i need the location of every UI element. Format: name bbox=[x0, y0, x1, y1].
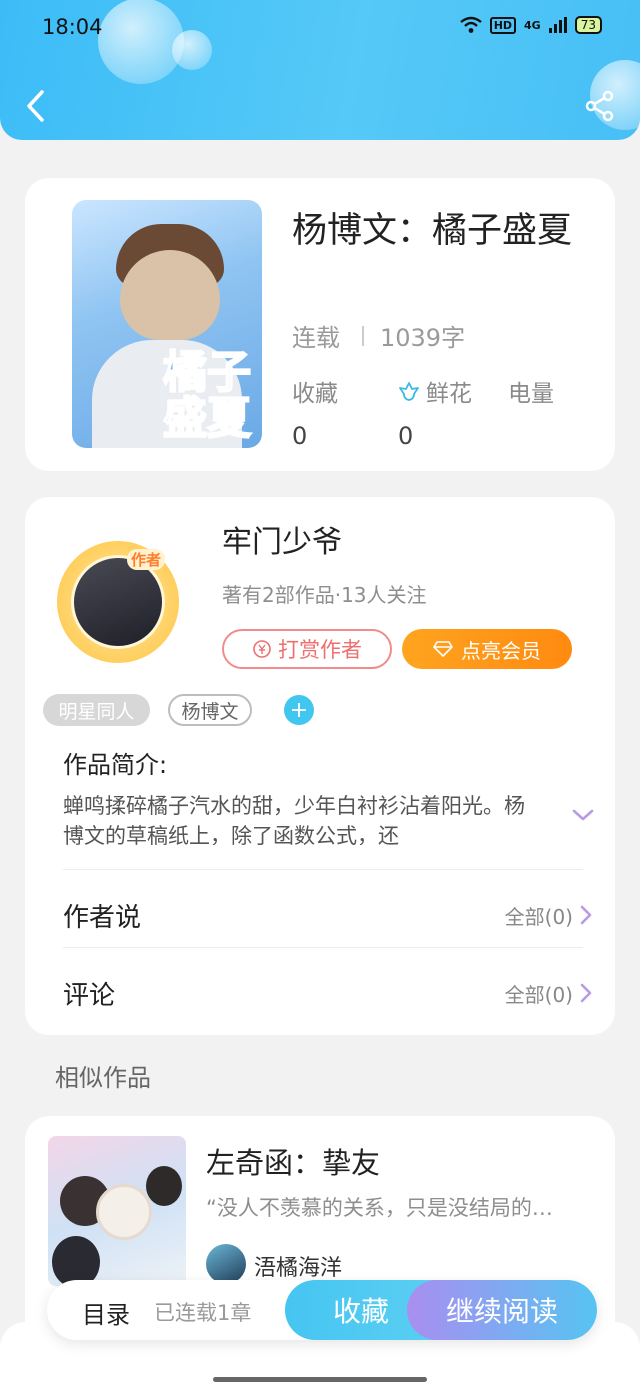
tip-author-button[interactable]: 打赏作者 bbox=[222, 629, 392, 669]
chevron-right-icon bbox=[580, 983, 592, 1003]
bottom-action-bar: 目录 已连载1章 收藏 继续阅读 bbox=[47, 1280, 597, 1340]
stat-flowers: 鲜花 0 bbox=[398, 374, 472, 450]
decor-bubble bbox=[98, 0, 184, 84]
home-indicator bbox=[213, 1377, 427, 1382]
chevron-left-icon[interactable] bbox=[22, 88, 50, 124]
book-cover[interactable]: 橘子盛夏 bbox=[72, 200, 262, 448]
divider bbox=[63, 947, 583, 948]
comments-label: 评论 bbox=[63, 980, 116, 1011]
similar-book-title: 左奇函：挚友 bbox=[206, 1146, 381, 1180]
top-header: 18:04 HD 4G 73 bbox=[0, 0, 640, 140]
wifi-icon bbox=[459, 16, 482, 33]
book-meta: 连载 1039字 bbox=[292, 318, 465, 353]
stat-label: 收藏 bbox=[292, 381, 338, 407]
chapter-count: 已连载1章 bbox=[154, 1301, 252, 1325]
author-meta: 著有2部作品·13人关注 bbox=[222, 583, 427, 607]
flower-icon bbox=[399, 382, 419, 401]
book-status: 连载 bbox=[292, 324, 340, 352]
tag-chip[interactable]: 杨博文 bbox=[168, 694, 252, 726]
signal-icon bbox=[548, 17, 567, 33]
tip-author-label: 打赏作者 bbox=[278, 638, 362, 662]
cover-figure bbox=[120, 250, 220, 340]
cover-title-art: 橘子盛夏 bbox=[162, 347, 252, 444]
book-info-card: 橘子盛夏 杨博文：橘子盛夏 连载 1039字 收藏 0 鲜花 0 电量 bbox=[25, 178, 615, 471]
cover-figure bbox=[146, 1166, 182, 1206]
author-card: 作者 牢门少爷 著有2部作品·13人关注 打赏作者 点亮会员 明星同人 杨博文 … bbox=[25, 497, 615, 1035]
stat-power: 电量 bbox=[508, 374, 554, 422]
diamond-icon bbox=[433, 641, 453, 657]
continue-reading-label: 继续阅读 bbox=[445, 1295, 558, 1328]
comments-count: 全部(0) bbox=[504, 982, 573, 1007]
tag-chip[interactable]: 明星同人 bbox=[43, 694, 150, 726]
add-tag-button[interactable]: + bbox=[284, 695, 314, 725]
word-count: 1039字 bbox=[380, 324, 466, 352]
chevron-down-icon[interactable] bbox=[570, 805, 596, 825]
vip-button[interactable]: 点亮会员 bbox=[402, 629, 572, 669]
author-says-count: 全部(0) bbox=[504, 904, 573, 929]
status-icons: HD 4G 73 bbox=[459, 16, 602, 34]
share-icon[interactable] bbox=[584, 90, 616, 122]
continue-reading-button[interactable]: 继续阅读 bbox=[407, 1280, 597, 1340]
decor-bubble bbox=[172, 30, 212, 70]
intro-title: 作品简介: bbox=[63, 751, 168, 779]
cover-figure bbox=[96, 1184, 152, 1240]
similar-section-title: 相似作品 bbox=[55, 1064, 151, 1092]
stat-value: 0 bbox=[398, 422, 414, 450]
similar-book-cover bbox=[48, 1136, 186, 1286]
favorite-label: 收藏 bbox=[332, 1295, 389, 1328]
stat-label: 电量 bbox=[508, 381, 554, 407]
stat-favorites: 收藏 0 bbox=[292, 374, 338, 450]
similar-book-author: 浯橘海洋 bbox=[254, 1256, 343, 1281]
stat-label: 鲜花 bbox=[426, 381, 472, 407]
network-label: 4G bbox=[524, 18, 541, 32]
vip-label: 点亮会员 bbox=[461, 638, 541, 663]
avatar bbox=[206, 1244, 246, 1284]
cover-figure bbox=[52, 1236, 100, 1286]
hd-badge: HD bbox=[489, 16, 517, 34]
toc-button[interactable]: 目录 bbox=[82, 1295, 130, 1330]
book-title: 杨博文：橘子盛夏 bbox=[292, 211, 573, 251]
battery-indicator: 73 bbox=[574, 16, 602, 34]
chevron-right-icon bbox=[580, 905, 592, 925]
divider bbox=[362, 325, 364, 346]
intro-text: 蝉鸣揉碎橘子汽水的甜，少年白衬衫沾着阳光。杨博文的草稿纸上，除了函数公式，还 bbox=[63, 794, 525, 845]
stat-value: 0 bbox=[292, 422, 308, 450]
author-says-row[interactable]: 作者说 全部(0) bbox=[63, 895, 593, 935]
author-badge: 作者 bbox=[127, 549, 166, 570]
author-name[interactable]: 牢门少爷 bbox=[222, 517, 342, 561]
author-says-label: 作者说 bbox=[63, 902, 142, 933]
author-avatar-frame[interactable]: 作者 bbox=[57, 541, 179, 663]
comments-row[interactable]: 评论 全部(0) bbox=[63, 973, 593, 1013]
similar-book-desc: “没人不羡慕的关系，只是没结局的… bbox=[206, 1196, 553, 1220]
coin-icon bbox=[253, 640, 271, 658]
divider bbox=[63, 869, 583, 870]
status-time: 18:04 bbox=[42, 15, 103, 39]
